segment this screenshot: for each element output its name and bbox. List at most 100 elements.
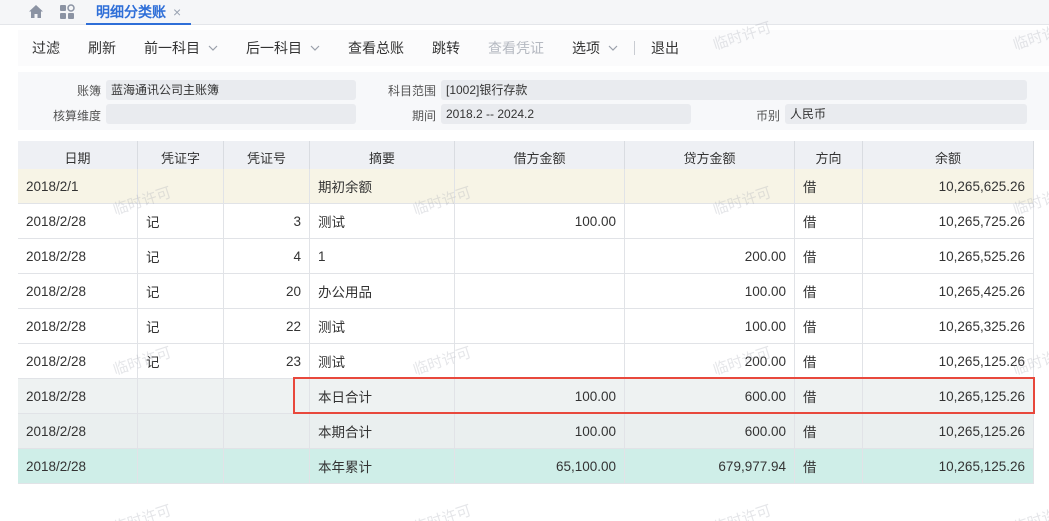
prev-account-label: 前一科目 — [144, 40, 200, 56]
currency-label: 币别 — [755, 109, 780, 123]
cell-voucher-word: 记 — [138, 239, 224, 274]
dimension-label: 核算维度 — [52, 109, 101, 123]
cell-voucher-word: 记 — [138, 309, 224, 344]
toolbar: 过滤 刷新 前一科目 后一科目 查看总账 跳转 查看凭证 选项 退出 — [18, 30, 1049, 66]
cell-balance: 10,265,125.26 — [863, 449, 1034, 484]
cell-credit: 600.00 — [625, 414, 795, 449]
cell-balance: 10,265,125.26 — [863, 414, 1034, 449]
subject-range-label: 科目范围 — [387, 84, 436, 98]
cell-direction: 借 — [795, 274, 863, 309]
period-field[interactable]: 2018.2 -- 2024.2 — [441, 104, 691, 124]
cell-voucher-no: 23 — [224, 344, 310, 379]
apps-icon[interactable] — [58, 3, 76, 21]
cell-balance: 10,265,125.26 — [863, 379, 1034, 414]
cell-voucher-no: 20 — [224, 274, 310, 309]
cell-debit: 65,100.00 — [455, 449, 625, 484]
refresh-button[interactable]: 刷新 — [74, 38, 130, 58]
cell-voucher-word: 记 — [138, 274, 224, 309]
dimension-field[interactable] — [106, 104, 356, 124]
cell-debit: 100.00 — [455, 204, 625, 239]
table-row[interactable]: 2018/2/28 本期合计 100.00 600.00 借 10,265,125.26 — [18, 414, 1034, 449]
toolbar-divider — [634, 41, 635, 55]
cell-direction: 借 — [795, 239, 863, 274]
next-account-label: 后一科目 — [246, 40, 302, 56]
cell-debit — [455, 309, 625, 344]
options-button[interactable]: 选项 — [558, 38, 632, 58]
cell-date: 2018/2/28 — [18, 239, 138, 274]
subject-range-field[interactable]: [1002]银行存款 — [441, 80, 1027, 100]
table-row[interactable]: 2018/2/28 记 23 测试 200.00 借 10,265,125.26 — [18, 344, 1034, 379]
cell-credit: 200.00 — [625, 239, 795, 274]
jump-button[interactable]: 跳转 — [418, 38, 474, 58]
view-ledger-button[interactable]: 查看总账 — [334, 38, 418, 58]
cell-balance: 10,265,725.26 — [863, 204, 1034, 239]
table-row[interactable]: 2018/2/28 记 20 办公用品 100.00 借 10,265,425.26 — [18, 274, 1034, 309]
cell-date: 2018/2/28 — [18, 309, 138, 344]
cell-direction: 借 — [795, 204, 863, 239]
cell-balance: 10,265,425.26 — [863, 274, 1034, 309]
home-icon[interactable] — [27, 3, 45, 21]
cell-balance: 10,265,325.26 — [863, 309, 1034, 344]
filter-button[interactable]: 过滤 — [18, 38, 74, 58]
cell-credit: 679,977.94 — [625, 449, 795, 484]
cell-summary: 本期合计 — [310, 414, 455, 449]
watermark: 临时许可 — [111, 502, 174, 521]
watermark: 临时许可 — [711, 502, 774, 521]
cell-voucher-no — [224, 449, 310, 484]
cell-voucher-no: 22 — [224, 309, 310, 344]
cell-credit: 600.00 — [625, 379, 795, 414]
cell-debit: 100.00 — [455, 414, 625, 449]
cell-credit: 200.00 — [625, 344, 795, 379]
cell-debit — [455, 169, 625, 204]
cell-voucher-word — [138, 379, 224, 414]
watermark: 临时许可 — [411, 502, 474, 521]
filter-panel: 账簿 蓝海通讯公司主账簿 科目范围 [1002]银行存款 核算维度 期间 201… — [18, 72, 1049, 130]
currency-field[interactable]: 人民币 — [785, 104, 1027, 124]
table-row[interactable]: 2018/2/28 记 22 测试 100.00 借 10,265,325.26 — [18, 309, 1034, 344]
cell-voucher-word: 记 — [138, 344, 224, 379]
cell-direction: 借 — [795, 344, 863, 379]
cell-summary: 本年累计 — [310, 449, 455, 484]
book-label: 账簿 — [76, 84, 101, 98]
cell-voucher-word — [138, 414, 224, 449]
cell-direction: 借 — [795, 309, 863, 344]
cell-voucher-word — [138, 169, 224, 204]
options-label: 选项 — [572, 40, 600, 56]
tab-bar: 明细分类账 × — [0, 0, 1049, 25]
prev-account-button[interactable]: 前一科目 — [130, 38, 232, 58]
cell-date: 2018/2/28 — [18, 274, 138, 309]
cell-summary: 办公用品 — [310, 274, 455, 309]
cell-debit — [455, 274, 625, 309]
cell-summary: 测试 — [310, 309, 455, 344]
cell-voucher-no — [224, 414, 310, 449]
table-row[interactable]: 2018/2/28 本年累计 65,100.00 679,977.94 借 10,265,… — [18, 449, 1034, 484]
chevron-down-icon — [608, 45, 618, 51]
cell-voucher-word: 记 — [138, 204, 224, 239]
tab-detail-ledger[interactable]: 明细分类账 × — [86, 0, 192, 25]
cell-credit — [625, 169, 795, 204]
table-row[interactable]: 2018/2/28 本日合计 100.00 600.00 借 10,265,125.26 — [18, 379, 1034, 414]
cell-direction: 借 — [795, 169, 863, 204]
close-icon[interactable]: × — [173, 4, 181, 20]
view-voucher-button[interactable]: 查看凭证 — [474, 38, 558, 58]
chevron-down-icon — [310, 45, 320, 51]
cell-date: 2018/2/1 — [18, 169, 138, 204]
cell-direction: 借 — [795, 414, 863, 449]
table-row[interactable]: 2018/2/28 记 4 1 200.00 借 10,265,525.26 — [18, 239, 1034, 274]
cell-debit: 100.00 — [455, 379, 625, 414]
book-field[interactable]: 蓝海通讯公司主账簿 — [106, 80, 356, 100]
exit-button[interactable]: 退出 — [637, 38, 693, 58]
chevron-down-icon — [208, 45, 218, 51]
cell-summary: 本日合计 — [310, 379, 455, 414]
cell-voucher-no — [224, 379, 310, 414]
cell-date: 2018/2/28 — [18, 379, 138, 414]
cell-summary: 测试 — [310, 344, 455, 379]
table-row[interactable]: 2018/2/1 期初余额 借 10,265,625.26 — [18, 169, 1034, 204]
cell-summary: 测试 — [310, 204, 455, 239]
next-account-button[interactable]: 后一科目 — [232, 38, 334, 58]
watermark: 临时许可 — [1011, 502, 1049, 521]
cell-voucher-no: 3 — [224, 204, 310, 239]
tab-label: 明细分类账 — [96, 3, 166, 20]
table-row[interactable]: 2018/2/28 记 3 测试 100.00 借 10,265,725.26 — [18, 204, 1034, 239]
cell-debit — [455, 239, 625, 274]
